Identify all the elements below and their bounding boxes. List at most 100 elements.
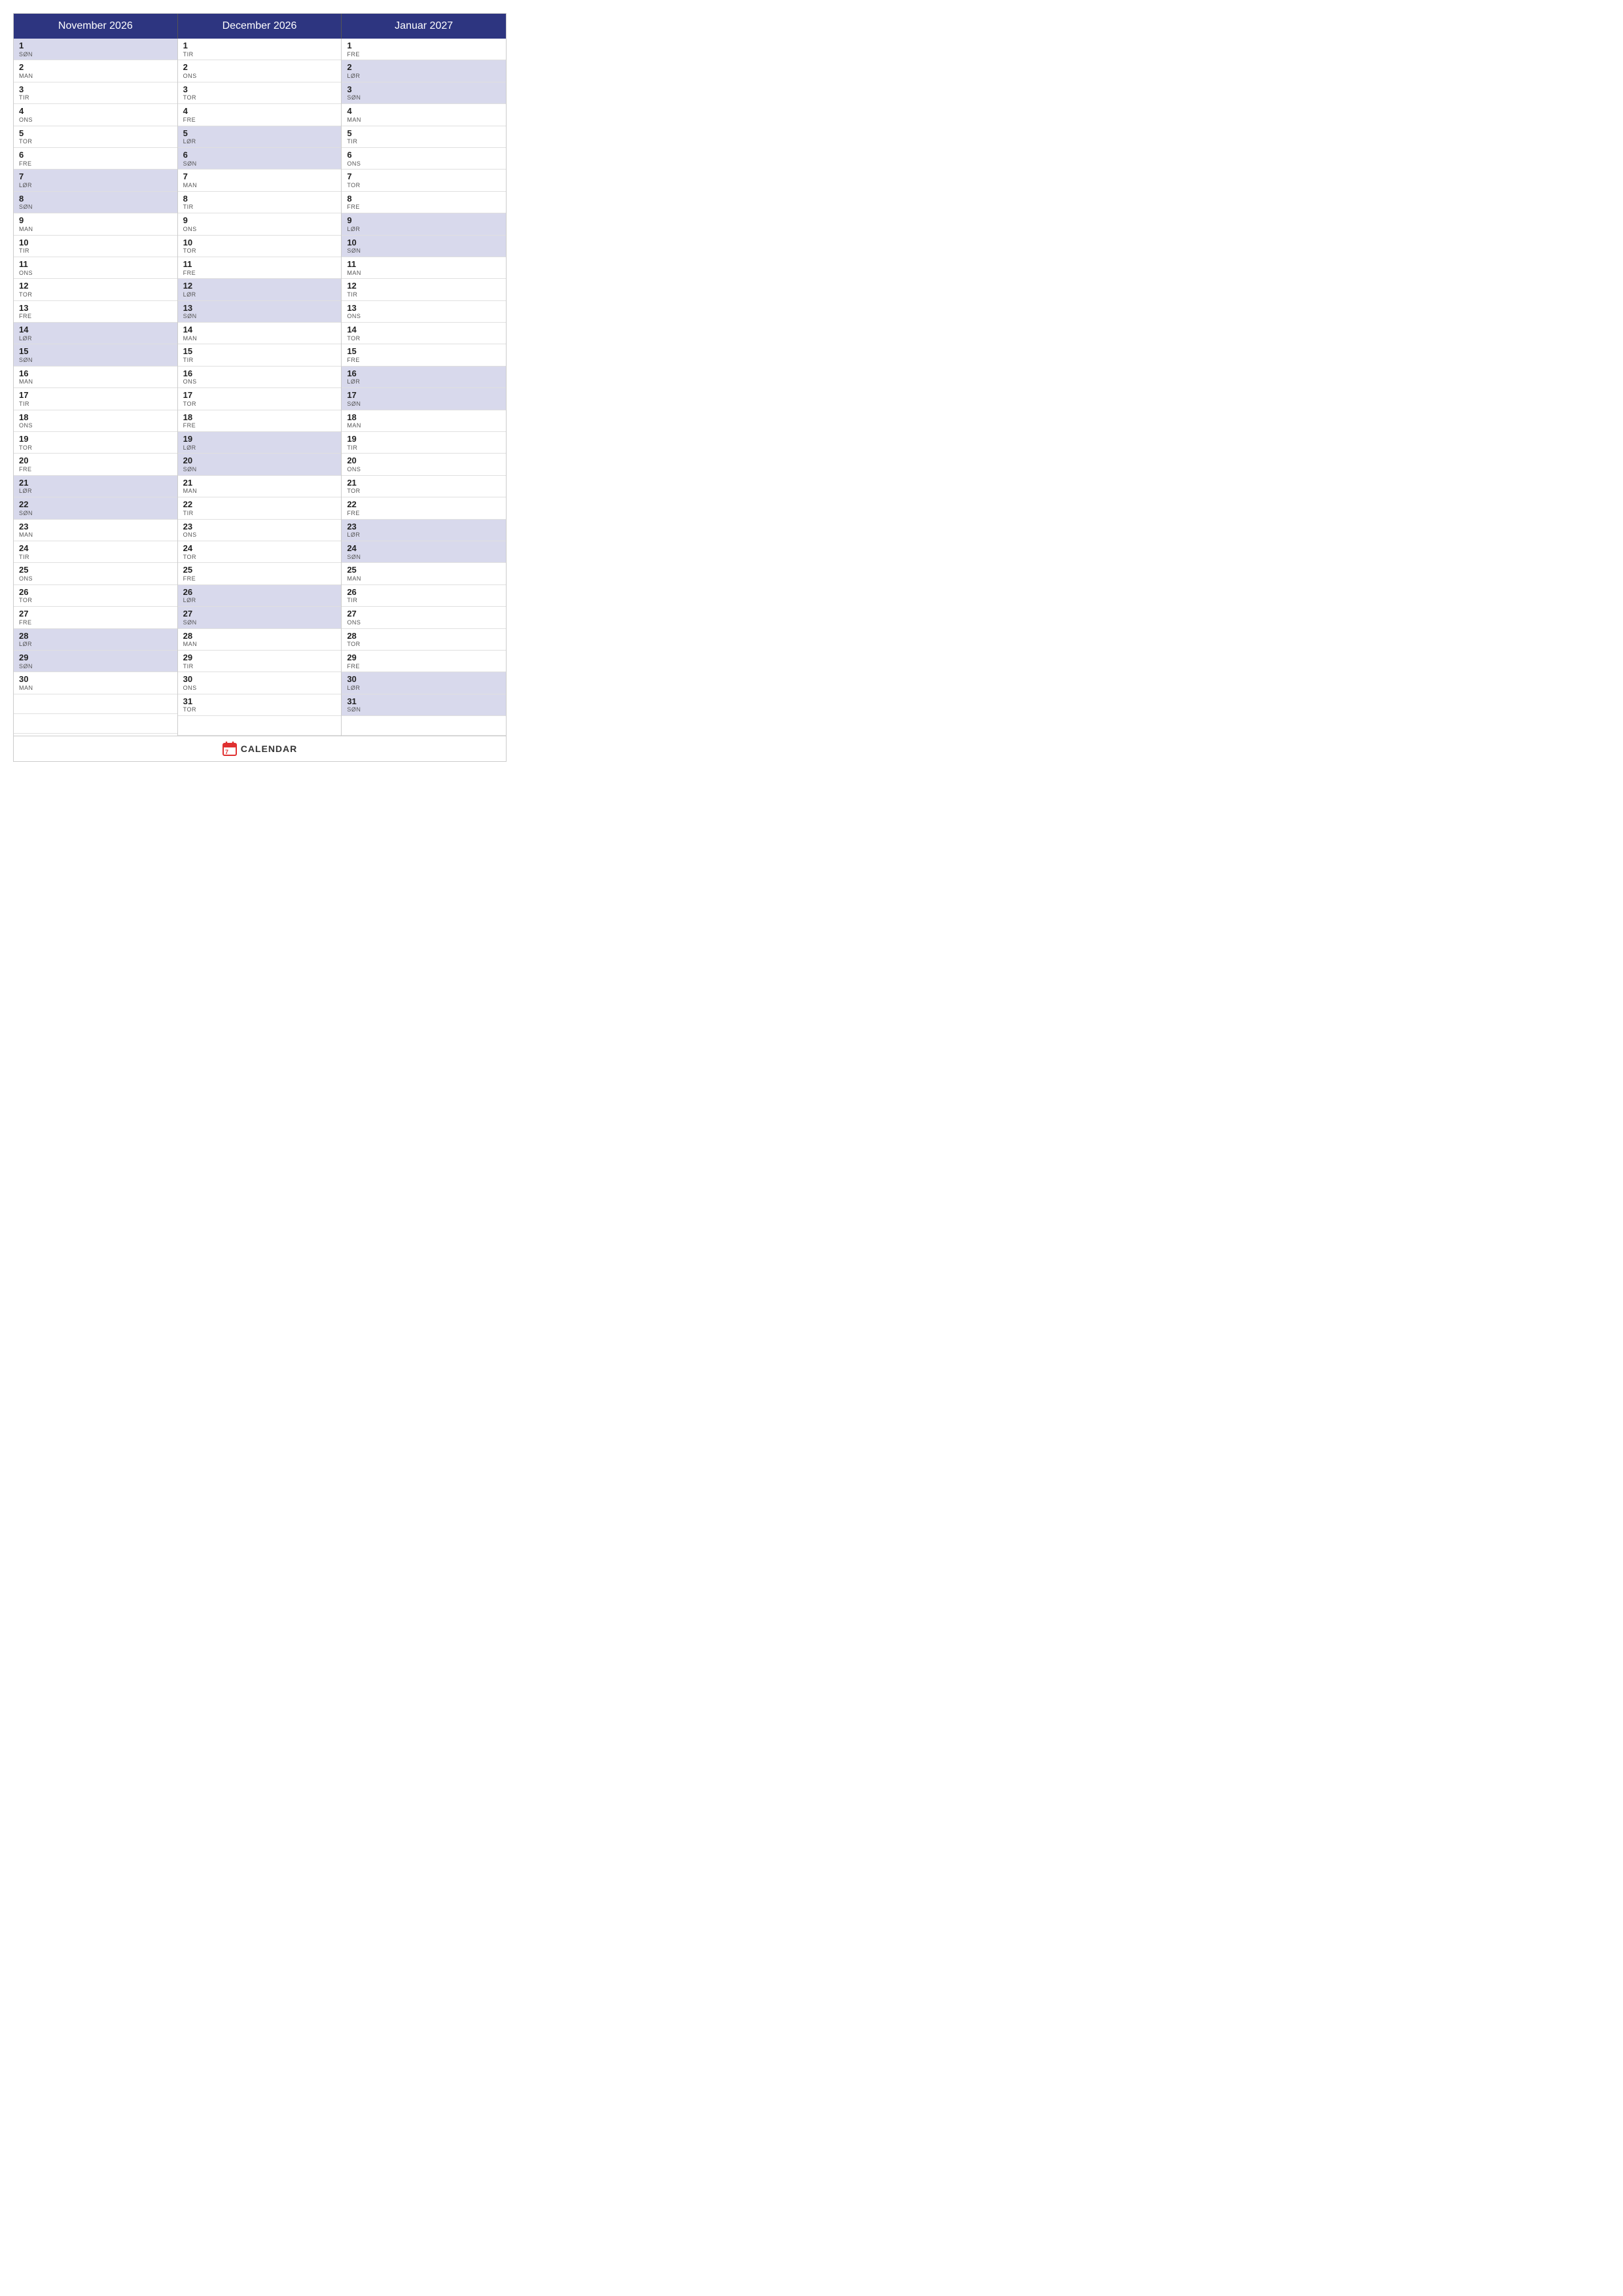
day-name: ONS (19, 575, 172, 583)
day-number: 9 (19, 215, 172, 226)
calendar-icon: 7 (223, 742, 237, 756)
day-row (14, 714, 177, 734)
day-name: TOR (19, 291, 172, 298)
day-number: 7 (347, 171, 501, 182)
day-name: SØN (347, 706, 501, 713)
day-number: 30 (183, 674, 336, 685)
day-row: 15SØN (14, 344, 177, 366)
day-name: TIR (19, 94, 172, 101)
day-number: 12 (19, 281, 172, 291)
day-row: 20ONS (342, 454, 506, 475)
day-name: FRE (19, 619, 172, 626)
day-row: 4ONS (14, 104, 177, 126)
day-row: 27ONS (342, 607, 506, 628)
day-row: 30ONS (178, 672, 342, 694)
day-name: TIR (183, 663, 336, 670)
day-name: LØR (183, 444, 336, 452)
day-number: 15 (19, 346, 172, 357)
day-name: MAN (183, 182, 336, 189)
day-name: TOR (183, 401, 336, 408)
day-number: 8 (19, 194, 172, 204)
day-number: 2 (19, 62, 172, 73)
day-row: 1SØN (14, 39, 177, 60)
day-name: TOR (183, 94, 336, 101)
day-name: FRE (347, 357, 501, 364)
day-row: 15TIR (178, 344, 342, 366)
day-row: 23ONS (178, 520, 342, 541)
day-number: 23 (19, 522, 172, 532)
day-row: 9LØR (342, 213, 506, 235)
day-name: TOR (347, 641, 501, 648)
day-name: ONS (347, 160, 501, 168)
day-number: 6 (19, 150, 172, 160)
day-name: TIR (347, 597, 501, 604)
day-number: 11 (19, 259, 172, 270)
day-row: 23MAN (14, 520, 177, 541)
day-row: 5TIR (342, 126, 506, 148)
day-row: 12LØR (178, 279, 342, 300)
day-row: 8FRE (342, 192, 506, 213)
day-number: 17 (19, 390, 172, 401)
day-number: 25 (19, 565, 172, 575)
day-number: 31 (347, 696, 501, 707)
day-row: 12TOR (14, 279, 177, 300)
day-row: 31SØN (342, 694, 506, 716)
day-name: TIR (19, 554, 172, 561)
day-row: 19TIR (342, 432, 506, 454)
day-number: 29 (183, 653, 336, 663)
day-name: LØR (19, 335, 172, 342)
day-name: FRE (347, 510, 501, 517)
day-name: MAN (347, 270, 501, 277)
day-name: LØR (347, 378, 501, 386)
day-name: LØR (183, 138, 336, 145)
day-row: 28LØR (14, 629, 177, 651)
day-row: 22SØN (14, 497, 177, 519)
day-number: 28 (19, 631, 172, 641)
day-number: 8 (347, 194, 501, 204)
day-number (183, 721, 336, 731)
day-row: 17TOR (178, 388, 342, 410)
day-row: 7LØR (14, 170, 177, 191)
day-name: SØN (183, 466, 336, 473)
day-name: SØN (183, 619, 336, 626)
svg-text:7: 7 (225, 749, 228, 755)
day-row: 11FRE (178, 257, 342, 279)
day-name: SØN (347, 247, 501, 255)
day-number: 17 (183, 390, 336, 401)
day-number: 7 (19, 171, 172, 182)
day-number: 24 (347, 543, 501, 554)
day-number: 12 (347, 281, 501, 291)
day-number: 27 (19, 609, 172, 619)
day-name: MAN (347, 422, 501, 429)
day-number (19, 698, 172, 709)
day-row: 29FRE (342, 651, 506, 672)
day-name: LØR (347, 73, 501, 80)
day-name: TIR (183, 51, 336, 58)
day-name: MAN (183, 335, 336, 342)
day-name: LØR (183, 597, 336, 604)
day-number: 27 (347, 609, 501, 619)
day-row: 26LØR (178, 585, 342, 607)
day-row: 10TOR (178, 236, 342, 257)
day-number: 9 (183, 215, 336, 226)
day-number: 6 (183, 150, 336, 160)
day-name: ONS (347, 619, 501, 626)
day-number: 24 (183, 543, 336, 554)
day-row: 18MAN (342, 410, 506, 432)
day-name: SØN (183, 160, 336, 168)
day-number: 20 (347, 456, 501, 466)
day-row: 17TIR (14, 388, 177, 410)
day-number: 16 (347, 368, 501, 379)
month-column-januar-2027: 1FRE2LØR3SØN4MAN5TIR6ONS7TOR8FRE9LØR10SØ… (342, 39, 506, 736)
day-name: LØR (19, 641, 172, 648)
day-row: 18FRE (178, 410, 342, 432)
day-number: 21 (19, 478, 172, 488)
day-row: 12TIR (342, 279, 506, 300)
day-number: 10 (347, 238, 501, 248)
month-header-december-2026: December 2026 (178, 14, 342, 39)
day-number: 11 (347, 259, 501, 270)
day-number: 30 (19, 674, 172, 685)
day-number: 16 (183, 368, 336, 379)
day-number: 24 (19, 543, 172, 554)
day-number: 15 (347, 346, 501, 357)
